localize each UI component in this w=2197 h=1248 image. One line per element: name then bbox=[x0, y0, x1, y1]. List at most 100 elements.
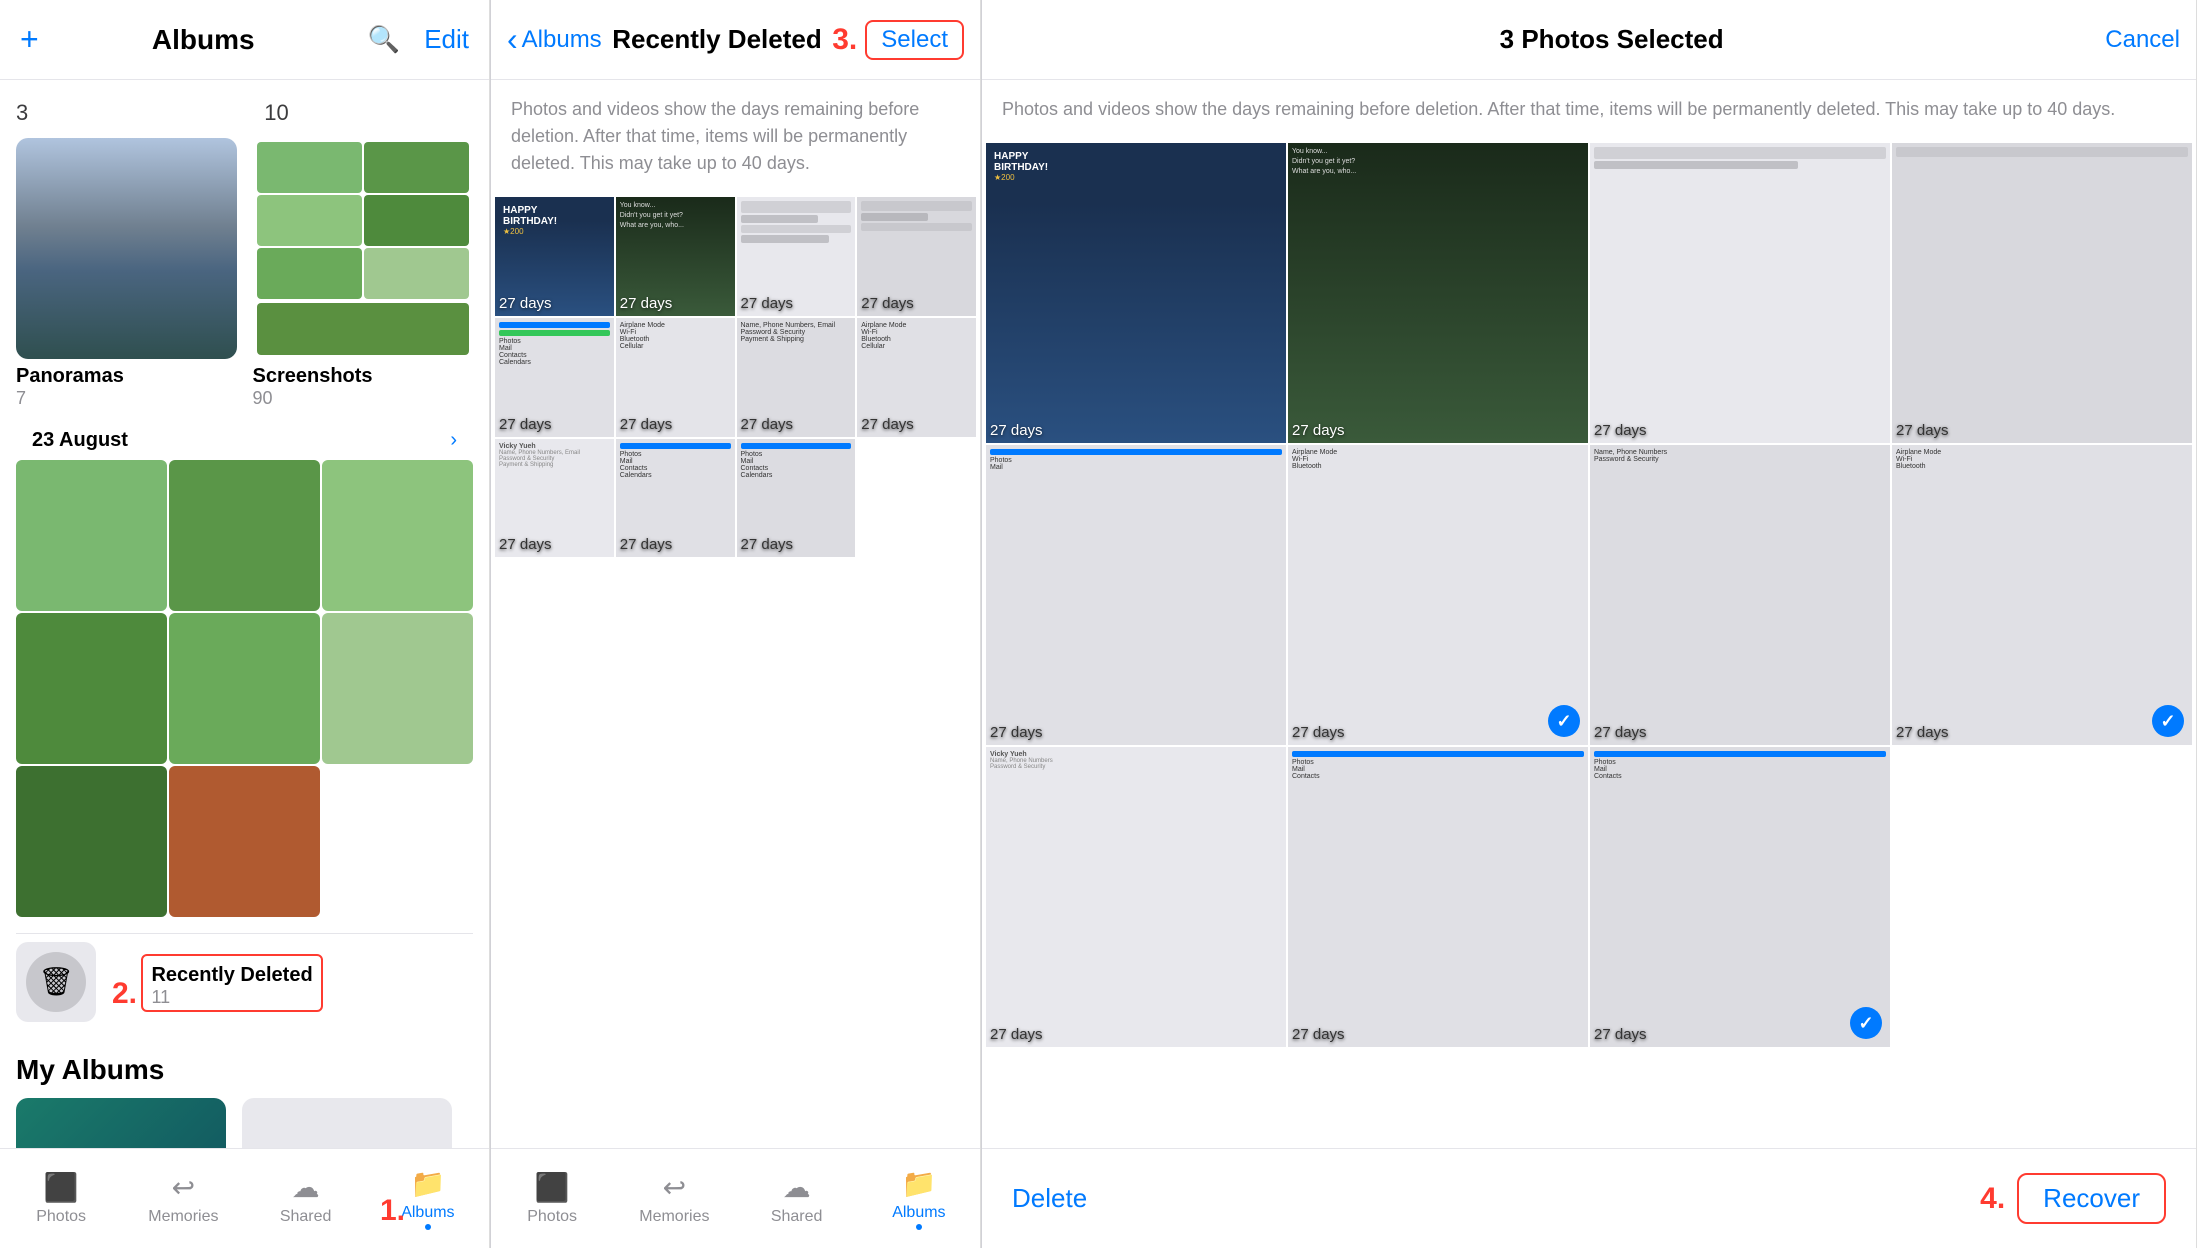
tab-photos-1[interactable]: ⬛ Photos bbox=[0, 1149, 122, 1248]
selection-info-text: Photos and videos show the days remainin… bbox=[982, 80, 2196, 139]
date-label: 23 August bbox=[32, 429, 128, 452]
selection-row-2: PhotosMail 27 days Airplane ModeWi-FiBlu… bbox=[986, 445, 2192, 745]
selection-title: 3 Photos Selected bbox=[1500, 24, 1724, 55]
selection-row-1: HAPPYBIRTHDAY! ★200 27 days You know...D… bbox=[986, 143, 2192, 443]
tab-memories-2[interactable]: ↩ Memories bbox=[613, 1149, 735, 1248]
photo-cell-4[interactable]: 27 days bbox=[857, 197, 976, 316]
sel-photo-5[interactable]: PhotosMail 27 days bbox=[986, 445, 1286, 745]
days-badge-10: 27 days bbox=[620, 536, 673, 553]
photos-icon-1: ⬛ bbox=[44, 1171, 79, 1204]
tab-memories-label-1: Memories bbox=[148, 1208, 218, 1226]
tab-memories-label-2: Memories bbox=[639, 1208, 709, 1226]
photo-cell-11[interactable]: PhotosMailContactsCalendars 27 days bbox=[737, 439, 856, 558]
sel-photo-9[interactable]: Vicky Yueh Name, Phone NumbersPassword &… bbox=[986, 747, 1286, 1047]
photo-cell-5[interactable]: PhotosMailContactsCalendars 27 days bbox=[495, 318, 614, 437]
tab-shared-1[interactable]: ☁ Shared bbox=[245, 1149, 367, 1248]
sel-days-5: 27 days bbox=[990, 724, 1043, 741]
albums-content: 3 10 Panoramas 7 bbox=[0, 80, 489, 1148]
nav-actions: 🔍 Edit bbox=[368, 24, 469, 55]
days-badge-5: 27 days bbox=[499, 416, 552, 433]
recover-button[interactable]: Recover bbox=[2017, 1173, 2166, 1224]
search-button[interactable]: 🔍 bbox=[368, 24, 400, 55]
album-screenshots[interactable]: Screenshots 90 bbox=[253, 138, 474, 409]
tab-albums-2[interactable]: 📁 Albums bbox=[858, 1149, 980, 1248]
step4-label: 4. bbox=[1980, 1182, 2005, 1216]
tab-albums-label-2: Albums bbox=[892, 1204, 945, 1222]
photo-grid-panel2: HAPPYBIRTHDAY! ★200 27 days You know...D… bbox=[491, 193, 980, 1148]
photo-cell-3[interactable]: 27 days bbox=[737, 197, 856, 316]
days-badge-3: 27 days bbox=[741, 295, 794, 312]
selection-nav: 3 Photos Selected Cancel bbox=[982, 0, 2196, 80]
panoramas-thumb bbox=[16, 138, 237, 359]
sel-days-8: 27 days bbox=[1896, 724, 1949, 741]
sel-photo-1[interactable]: HAPPYBIRTHDAY! ★200 27 days bbox=[986, 143, 1286, 443]
count-panoramas: 3 bbox=[16, 96, 28, 130]
photo-cell-8[interactable]: Airplane ModeWi-FiBluetoothCellular 27 d… bbox=[857, 318, 976, 437]
album-recently-deleted[interactable]: 🗑 2. Recently Deleted 11 bbox=[16, 933, 473, 1030]
photo-cell-9[interactable]: Vicky Yueh Name, Phone Numbers, EmailPas… bbox=[495, 439, 614, 558]
selection-row-3: Vicky Yueh Name, Phone NumbersPassword &… bbox=[986, 747, 2192, 1047]
sel-days-4: 27 days bbox=[1896, 422, 1949, 439]
date-section-header: 23 August › bbox=[16, 421, 473, 460]
sel-photo-3[interactable]: 27 days bbox=[1590, 143, 1890, 443]
days-badge-2: 27 days bbox=[620, 295, 673, 312]
sel-photo-10[interactable]: PhotosMailContacts 27 days bbox=[1288, 747, 1588, 1047]
days-badge-6: 27 days bbox=[620, 416, 673, 433]
screenshots-name: Screenshots bbox=[253, 365, 474, 388]
days-badge-7: 27 days bbox=[741, 416, 794, 433]
action-bar: Delete 4. Recover bbox=[982, 1148, 2196, 1248]
album-panoramas[interactable]: Panoramas 7 bbox=[16, 138, 237, 409]
recently-deleted-info-text: Photos and videos show the days remainin… bbox=[491, 80, 980, 193]
check-6 bbox=[1548, 705, 1580, 737]
step3-label: 3. bbox=[832, 23, 857, 57]
tab-photos-label-2: Photos bbox=[527, 1208, 577, 1226]
sel-photo-empty bbox=[1892, 747, 2192, 1047]
panoramas-image bbox=[16, 138, 237, 359]
cancel-button[interactable]: Cancel bbox=[2105, 26, 2180, 54]
photo-cell-1[interactable]: HAPPYBIRTHDAY! ★200 27 days bbox=[495, 197, 614, 316]
sel-photo-4[interactable]: 27 days bbox=[1892, 143, 2192, 443]
photo-cell-7[interactable]: Name, Phone Numbers, EmailPassword & Sec… bbox=[737, 318, 856, 437]
sel-days-3: 27 days bbox=[1594, 422, 1647, 439]
tab-shared-label-2: Shared bbox=[771, 1208, 823, 1226]
tab-shared-2[interactable]: ☁ Shared bbox=[736, 1149, 858, 1248]
days-badge-9: 27 days bbox=[499, 536, 552, 553]
album-my-shared[interactable]: ☁ Shared bbox=[242, 1098, 452, 1149]
recently-deleted-nav: ‹ Albums Recently Deleted 3. Select bbox=[491, 0, 980, 80]
date-more-button[interactable]: › bbox=[450, 429, 457, 452]
days-badge-11: 27 days bbox=[741, 536, 794, 553]
edit-button[interactable]: Edit bbox=[424, 24, 469, 55]
tab-bar-panel2: ⬛ Photos ↩ Memories ☁ Shared 📁 Albums bbox=[491, 1148, 980, 1248]
back-label: Albums bbox=[522, 26, 602, 54]
tab-albums-label-1: Albums bbox=[401, 1204, 454, 1222]
photos-icon-2: ⬛ bbox=[535, 1171, 570, 1204]
photo-cell-6[interactable]: Airplane ModeWi-FiBluetoothCellular 27 d… bbox=[616, 318, 735, 437]
recently-deleted-title: Recently Deleted bbox=[612, 24, 822, 55]
albums-nav-bar: + Albums 🔍 Edit bbox=[0, 0, 489, 80]
tab-memories-1[interactable]: ↩ Memories bbox=[122, 1149, 244, 1248]
panoramas-name: Panoramas bbox=[16, 365, 237, 388]
photo-cell-10[interactable]: PhotosMailContactsCalendars 27 days bbox=[616, 439, 735, 558]
add-album-button[interactable]: + bbox=[20, 21, 39, 58]
step1-label: 1. bbox=[380, 1194, 405, 1227]
sel-photo-2[interactable]: You know...Didn't you get it yet?What ar… bbox=[1288, 143, 1588, 443]
recently-deleted-info: 2. Recently Deleted 11 bbox=[112, 952, 323, 1012]
check-8 bbox=[2152, 705, 2184, 737]
sel-photo-8[interactable]: Airplane ModeWi-FiBluetooth 27 days bbox=[1892, 445, 2192, 745]
back-to-albums-button[interactable]: ‹ Albums bbox=[507, 21, 602, 58]
albums-title: Albums bbox=[152, 24, 255, 56]
sel-days-10: 27 days bbox=[1292, 1026, 1345, 1043]
album-my-1[interactable] bbox=[16, 1098, 226, 1149]
select-button[interactable]: Select bbox=[865, 20, 964, 60]
screenshots-thumb bbox=[253, 138, 474, 359]
days-badge-8: 27 days bbox=[861, 416, 914, 433]
delete-button[interactable]: Delete bbox=[1012, 1183, 1087, 1214]
sel-photo-6[interactable]: Airplane ModeWi-FiBluetooth 27 days bbox=[1288, 445, 1588, 745]
top-album-grid: Panoramas 7 bbox=[16, 138, 473, 409]
photo-cell-2[interactable]: You know...Didn't you get it yet?What ar… bbox=[616, 197, 735, 316]
sel-photo-11[interactable]: PhotosMailContacts 27 days bbox=[1590, 747, 1890, 1047]
tab-photos-2[interactable]: ⬛ Photos bbox=[491, 1149, 613, 1248]
sel-days-6: 27 days bbox=[1292, 724, 1345, 741]
albums-icon-1: 📁 bbox=[410, 1167, 445, 1200]
sel-photo-7[interactable]: Name, Phone NumbersPassword & Security 2… bbox=[1590, 445, 1890, 745]
